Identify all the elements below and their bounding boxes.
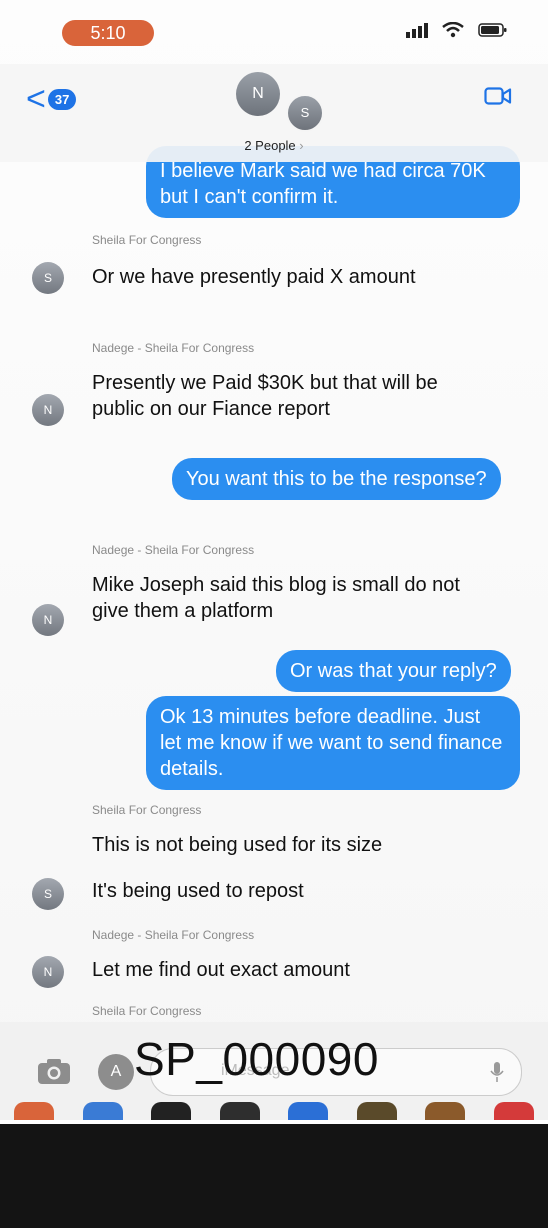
sender-name: Sheila For Congress: [92, 233, 202, 247]
battery-icon: [478, 22, 508, 38]
chevron-right-icon: ›: [299, 138, 304, 153]
unread-badge: 37: [47, 88, 77, 110]
back-chevron-icon: <: [26, 80, 46, 118]
app-dock: [0, 1102, 548, 1120]
dock-app-icon[interactable]: [356, 1102, 397, 1120]
outgoing-message-bubble: Or was that your reply?: [276, 650, 511, 692]
avatar[interactable]: N: [236, 72, 280, 116]
dock-app-icon[interactable]: [14, 1102, 55, 1120]
microphone-icon[interactable]: [489, 1061, 505, 1088]
incoming-message: Let me find out exact amount: [92, 959, 350, 981]
status-icons: [406, 22, 508, 38]
sender-name: Sheila For Congress: [92, 1004, 202, 1018]
signal-icon: [406, 22, 428, 38]
status-time: 5:10: [62, 20, 154, 46]
avatar[interactable]: S: [286, 94, 324, 132]
sender-name: Nadege - Sheila For Congress: [92, 543, 255, 557]
dock-app-icon[interactable]: [493, 1102, 534, 1120]
app-store-icon[interactable]: A: [98, 1054, 134, 1090]
avatar[interactable]: N: [32, 394, 64, 426]
outgoing-message-bubble: Ok 13 minutes before deadline. Just let …: [146, 696, 520, 790]
incoming-message: This is not being used for its size: [92, 834, 383, 856]
wifi-icon: [442, 22, 464, 38]
incoming-message: Mike Joseph said this blog is small do n…: [92, 574, 460, 622]
camera-icon[interactable]: [36, 1056, 72, 1091]
sender-name: Sheila For Congress: [92, 803, 202, 817]
avatar[interactable]: N: [32, 604, 64, 636]
group-details-link[interactable]: 2 People ›: [0, 138, 548, 153]
sender-name: Nadege - Sheila For Congress: [92, 341, 255, 355]
avatar[interactable]: S: [32, 878, 64, 910]
avatar[interactable]: S: [32, 262, 64, 294]
video-camera-icon[interactable]: [484, 86, 512, 111]
dock-app-icon[interactable]: [288, 1102, 329, 1120]
avatar[interactable]: N: [32, 956, 64, 988]
conversation-header: < 37 N S 2 People ›: [0, 64, 548, 162]
dock-app-icon[interactable]: [425, 1102, 466, 1120]
back-button[interactable]: < 37: [26, 80, 77, 118]
dock-app-icon[interactable]: [219, 1102, 260, 1120]
dock-app-icon[interactable]: [151, 1102, 192, 1120]
incoming-message: Presently we Paid $30K but that will be …: [92, 372, 438, 420]
incoming-message: Or we have presently paid X amount: [92, 266, 416, 288]
group-label: 2 People: [244, 138, 296, 153]
black-border: [0, 1124, 548, 1228]
messages-screen: 5:10 I believe Mark said we had circa 70…: [0, 0, 548, 1120]
sender-name: Nadege - Sheila For Congress: [92, 928, 255, 942]
outgoing-message-bubble: You want this to be the response?: [172, 458, 501, 500]
dock-app-icon[interactable]: [82, 1102, 123, 1120]
status-bar: 5:10: [0, 0, 548, 64]
bates-stamp: SP_000090: [134, 1033, 379, 1085]
incoming-message: It's being used to repost: [92, 880, 304, 902]
